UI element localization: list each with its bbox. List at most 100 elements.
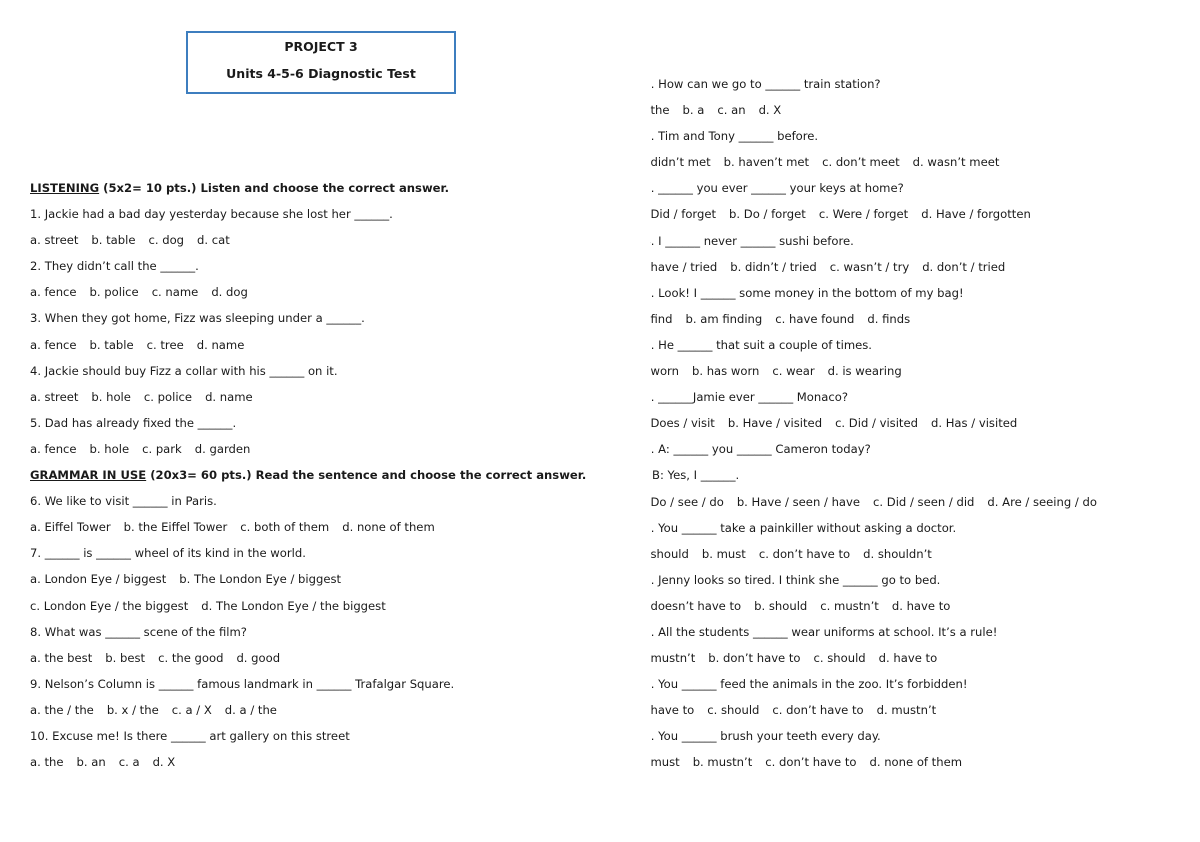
- answer-option[interactable]: c. an: [717, 102, 745, 118]
- answer-option[interactable]: c. park: [142, 441, 182, 457]
- answer-option[interactable]: d. mustn’t: [877, 702, 937, 718]
- answer-option[interactable]: b. best: [105, 650, 145, 666]
- answer-option[interactable]: a. fence: [30, 441, 77, 457]
- answer-option[interactable]: b. an: [77, 754, 106, 770]
- answer-option[interactable]: c. tree: [147, 337, 184, 353]
- answer-option[interactable]: d. name: [205, 389, 253, 405]
- answer-option[interactable]: b. should: [754, 598, 807, 614]
- answer-option[interactable]: c. both of them: [240, 519, 329, 535]
- answer-option[interactable]: d. a / the: [225, 702, 277, 718]
- answer-option[interactable]: c. the good: [158, 650, 223, 666]
- answer-option[interactable]: d. don’t / tried: [922, 259, 1005, 275]
- answer-option[interactable]: c. a: [119, 754, 140, 770]
- answer-option[interactable]: b. hole: [91, 389, 131, 405]
- answer-option[interactable]: b. has worn: [692, 363, 759, 379]
- answer-option[interactable]: c. should: [707, 702, 759, 718]
- answer-option[interactable]: b. table: [91, 232, 135, 248]
- answer-options: a. find b. am finding c. have found d. find…: [650, 311, 1186, 337]
- answer-option[interactable]: a. mustn’t: [650, 650, 695, 666]
- answer-options: a. London Eye / biggest b. The London Eye…: [30, 571, 630, 597]
- answer-option[interactable]: c. wasn’t / try: [830, 259, 909, 275]
- answer-option[interactable]: c. have found: [775, 311, 854, 327]
- answer-option[interactable]: d. garden: [195, 441, 251, 457]
- answer-option[interactable]: d. cat: [197, 232, 230, 248]
- answer-option[interactable]: d. wasn’t meet: [913, 154, 1000, 170]
- answer-option[interactable]: c. dog: [148, 232, 184, 248]
- answer-option[interactable]: b. mustn’t: [693, 754, 753, 770]
- question-text: 8. What was ______ scene of the film?: [30, 624, 247, 639]
- answer-option[interactable]: a. street: [30, 389, 78, 405]
- answer-option[interactable]: b. a: [683, 102, 705, 118]
- answer-option[interactable]: d. is wearing: [828, 363, 902, 379]
- answer-option[interactable]: a. the: [650, 102, 670, 118]
- answer-option[interactable]: b. police: [90, 284, 139, 300]
- answer-option[interactable]: c. police: [144, 389, 192, 405]
- answer-option[interactable]: d. Has / visited: [931, 415, 1017, 431]
- answer-option[interactable]: a. doesn’t have to: [650, 598, 741, 614]
- answer-option[interactable]: a. have / tried: [650, 259, 717, 275]
- answer-option[interactable]: c. a / X: [172, 702, 212, 718]
- answer-option[interactable]: b. The London Eye / biggest: [179, 571, 341, 587]
- answer-option[interactable]: d. have to: [892, 598, 951, 614]
- answer-option[interactable]: d. shouldn’t: [863, 546, 932, 562]
- answer-option[interactable]: c. don’t have to: [759, 546, 850, 562]
- answer-option[interactable]: d. good: [236, 650, 280, 666]
- answer-option[interactable]: d. none of them: [342, 519, 435, 535]
- answer-option[interactable]: a. have to: [650, 702, 694, 718]
- answer-option[interactable]: d. dog: [211, 284, 248, 300]
- answer-option[interactable]: b. Have / visited: [728, 415, 822, 431]
- answer-option[interactable]: b. don’t have to: [708, 650, 800, 666]
- answer-option[interactable]: c. London Eye / the biggest: [30, 598, 188, 614]
- answer-option[interactable]: a. Eiffel Tower: [30, 519, 111, 535]
- answer-option[interactable]: d. X: [759, 102, 782, 118]
- answer-option[interactable]: a. should: [650, 546, 689, 562]
- answer-option[interactable]: c. Did / visited: [835, 415, 918, 431]
- answer-option[interactable]: a. fence: [30, 337, 77, 353]
- answer-option[interactable]: a. must: [650, 754, 680, 770]
- answer-option[interactable]: b. the Eiffel Tower: [124, 519, 228, 535]
- answer-option[interactable]: b. must: [702, 546, 746, 562]
- answer-option[interactable]: a. Did / forget: [650, 206, 716, 222]
- answer-option[interactable]: c. name: [152, 284, 199, 300]
- answer-option[interactable]: c. don’t have to: [772, 702, 863, 718]
- question-text: 11. How can we go to ______ train statio…: [650, 77, 881, 91]
- answer-option[interactable]: a. didn’t met: [650, 154, 711, 170]
- answer-option[interactable]: a. Do / see / do: [650, 494, 724, 510]
- answer-option[interactable]: b. Do / forget: [729, 206, 806, 222]
- answer-option[interactable]: a. London Eye / biggest: [30, 571, 166, 587]
- answer-option[interactable]: a. find: [650, 311, 673, 327]
- question-reply: B: Yes, I ______.: [652, 468, 740, 483]
- answer-option[interactable]: c. wear: [772, 363, 814, 379]
- answer-option[interactable]: a. the: [30, 754, 64, 770]
- answer-option[interactable]: d. Are / seeing / do: [987, 494, 1097, 510]
- answer-option[interactable]: c. Were / forget: [819, 206, 908, 222]
- answer-option[interactable]: b. didn’t / tried: [730, 259, 817, 275]
- answer-option[interactable]: b. hole: [90, 441, 130, 457]
- answer-option[interactable]: b. x / the: [107, 702, 159, 718]
- answer-option[interactable]: a. fence: [30, 284, 77, 300]
- answer-option[interactable]: d. name: [197, 337, 245, 353]
- answer-option[interactable]: b. Have / seen / have: [737, 494, 860, 510]
- answer-option[interactable]: b. table: [90, 337, 134, 353]
- answer-option[interactable]: c. mustn’t: [820, 598, 879, 614]
- answer-option[interactable]: a. Does / visit: [650, 415, 715, 431]
- answer-option[interactable]: a. the / the: [30, 702, 94, 718]
- answer-option[interactable]: d. Have / forgotten: [921, 206, 1031, 222]
- answer-option[interactable]: b. am finding: [686, 311, 763, 327]
- answer-option[interactable]: a. street: [30, 232, 78, 248]
- answer-options: a. worn b. has worn c. wear d. is wearing: [650, 363, 1186, 389]
- answer-options: a. fence b. table c. tree d. name: [30, 337, 630, 363]
- answer-option[interactable]: a. the best: [30, 650, 92, 666]
- answer-option[interactable]: b. haven’t met: [724, 154, 809, 170]
- answer-option[interactable]: c. don’t meet: [822, 154, 900, 170]
- answer-option[interactable]: d. The London Eye / the biggest: [201, 598, 386, 614]
- answer-option[interactable]: a. worn: [650, 363, 679, 379]
- answer-option[interactable]: c. should: [814, 650, 866, 666]
- answer-option[interactable]: d. finds: [867, 311, 910, 327]
- answer-option[interactable]: d. have to: [879, 650, 938, 666]
- answer-option[interactable]: c. don’t have to: [765, 754, 856, 770]
- answer-option[interactable]: d. X: [153, 754, 176, 770]
- answer-option[interactable]: c. Did / seen / did: [873, 494, 974, 510]
- answer-options: a. street b. hole c. police d. name: [30, 389, 630, 415]
- answer-option[interactable]: d. none of them: [869, 754, 962, 770]
